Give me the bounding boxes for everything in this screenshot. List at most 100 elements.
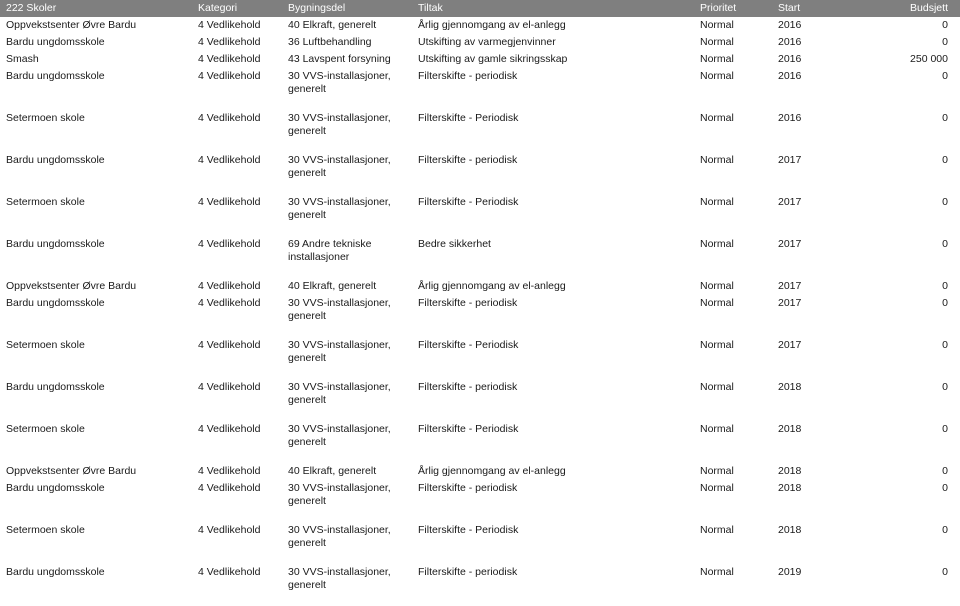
cell-start: 2017 (778, 297, 802, 309)
table-row[interactable]: Bardu ungdomsskole 4 Vedlikehold 30 VVS-in… (0, 480, 960, 522)
cell-bygningsdel-line1: 30 VVS-installasjoner, (288, 423, 391, 435)
cell-prioritet: Normal (700, 280, 734, 292)
cell-budsjett: 0 (942, 280, 948, 292)
table-row[interactable]: Bardu ungdomsskole 4 Vedlikehold 69 Andre … (0, 236, 960, 278)
cell-tiltak: Filterskifte - periodisk (418, 154, 518, 166)
table-header: 222 Skoler Kategori Bygningsdel Tiltak P… (0, 0, 960, 17)
table-row[interactable]: Setermoen skole 4 Vedlikehold 30 VVS-insta… (0, 522, 960, 564)
cell-skole: Bardu ungdomsskole (6, 238, 105, 250)
maintenance-table: 222 Skoler Kategori Bygningsdel Tiltak P… (0, 0, 960, 606)
cell-kategori: 4 Vedlikehold (198, 280, 261, 292)
cell-bygningsdel: 30 VVS-installasjoner, generelt (288, 522, 418, 564)
cell-bygningsdel-line1: 30 VVS-installasjoner, (288, 196, 391, 208)
cell-prioritet: Normal (700, 297, 734, 309)
table-row[interactable]: Bardu ungdomsskole 4 Vedlikehold 30 VVS-in… (0, 68, 960, 110)
cell-bygningsdel-line2: generelt (288, 209, 326, 221)
cell-skole: Bardu ungdomsskole (6, 482, 105, 494)
cell-bygningsdel: 30 VVS-installasjoner, generelt (288, 379, 418, 421)
cell-bygningsdel-line1: 30 VVS-installasjoner, (288, 524, 391, 536)
cell-kategori: 4 Vedlikehold (198, 53, 261, 65)
cell-bygningsdel: 30 VVS-installasjoner, generelt (288, 421, 418, 463)
cell-bygningsdel-line2: generelt (288, 579, 326, 591)
cell-tiltak: Utskifting av gamle sikringsskap (418, 53, 568, 65)
cell-budsjett: 0 (942, 19, 948, 31)
table-row[interactable]: Oppvekstsenter Øvre Bardu 4 Vedlikehold 40… (0, 17, 960, 34)
column-header-start[interactable]: Start (778, 0, 848, 17)
cell-tiltak: Utskifting av varmegjenvinner (418, 36, 556, 48)
table-row[interactable]: Bardu ungdomsskole 4 Vedlikehold 30 VVS-in… (0, 295, 960, 337)
column-header-kategori[interactable]: Kategori (198, 0, 288, 17)
cell-kategori: 4 Vedlikehold (198, 36, 261, 48)
column-header-prioritet[interactable]: Prioritet (700, 0, 778, 17)
table-row[interactable]: Setermoen skole 4 Vedlikehold 30 VVS-insta… (0, 194, 960, 236)
cell-bygningsdel: 30 VVS-installasjoner, generelt (288, 480, 418, 522)
column-header-skole[interactable]: 222 Skoler (0, 0, 198, 17)
table-row[interactable]: Smash 4 Vedlikehold 43 Lavspent forsyning U… (0, 51, 960, 68)
cell-bygningsdel-line1: 43 Lavspent forsyning (288, 53, 391, 65)
cell-bygningsdel: 30 VVS-installasjoner, generelt (288, 152, 418, 194)
cell-kategori: 4 Vedlikehold (198, 524, 261, 536)
cell-start: 2017 (778, 339, 802, 351)
cell-prioritet: Normal (700, 70, 734, 82)
table-row[interactable]: Oppvekstsenter Øvre Bardu 4 Vedlikehold 40… (0, 463, 960, 480)
cell-start: 2018 (778, 524, 802, 536)
cell-start: 2016 (778, 53, 802, 65)
cell-tiltak: Filterskifte - periodisk (418, 482, 518, 494)
cell-budsjett: 0 (942, 196, 948, 208)
table-row[interactable]: Setermoen skole 4 Vedlikehold 30 VVS-insta… (0, 110, 960, 152)
cell-bygningsdel-line1: 30 VVS-installasjoner, (288, 339, 391, 351)
cell-prioritet: Normal (700, 566, 734, 578)
cell-start: 2019 (778, 566, 802, 578)
cell-budsjett: 0 (942, 154, 948, 166)
cell-tiltak: Filterskifte - periodisk (418, 381, 518, 393)
cell-skole: Setermoen skole (6, 339, 85, 351)
cell-skole: Setermoen skole (6, 423, 85, 435)
cell-bygningsdel-line2: generelt (288, 436, 326, 448)
cell-bygningsdel-line1: 40 Elkraft, generelt (288, 280, 377, 292)
cell-prioritet: Normal (700, 154, 734, 166)
cell-skole: Oppvekstsenter Øvre Bardu (6, 465, 137, 477)
cell-skole: Smash (6, 53, 39, 65)
table-row[interactable]: Bardu ungdomsskole 4 Vedlikehold 30 VVS-in… (0, 379, 960, 421)
cell-bygningsdel: 30 VVS-installasjoner, generelt (288, 110, 418, 152)
cell-budsjett: 0 (942, 381, 948, 393)
cell-bygningsdel-line1: 69 Andre tekniske (288, 238, 372, 250)
cell-bygningsdel-line1: 30 VVS-installasjoner, (288, 154, 391, 166)
cell-bygningsdel-line1: 40 Elkraft, generelt (288, 465, 377, 477)
cell-tiltak: Filterskifte - periodisk (418, 70, 518, 82)
table-row[interactable]: Bardu ungdomsskole 4 Vedlikehold 30 VVS-in… (0, 152, 960, 194)
table-row[interactable]: Oppvekstsenter Øvre Bardu 4 Vedlikehold 40… (0, 278, 960, 295)
cell-tiltak: Filterskifte - Periodisk (418, 339, 519, 351)
cell-bygningsdel-line1: 30 VVS-installasjoner, (288, 381, 391, 393)
cell-start: 2017 (778, 154, 802, 166)
table-row[interactable]: Bardu ungdomsskole 4 Vedlikehold 36 Luftbe… (0, 34, 960, 51)
cell-kategori: 4 Vedlikehold (198, 297, 261, 309)
table-row[interactable]: Setermoen skole 4 Vedlikehold 30 VVS-insta… (0, 337, 960, 379)
cell-tiltak: Filterskifte - periodisk (418, 566, 518, 578)
cell-bygningsdel-line2: generelt (288, 394, 326, 406)
cell-bygningsdel: 36 Luftbehandling (288, 34, 418, 51)
column-header-bygningsdel[interactable]: Bygningsdel (288, 0, 418, 17)
cell-tiltak: Årlig gjennomgang av el-anlegg (418, 280, 566, 292)
cell-bygningsdel-line2: generelt (288, 83, 326, 95)
cell-start: 2018 (778, 423, 802, 435)
table-row[interactable]: Setermoen skole 4 Vedlikehold 30 VVS-insta… (0, 421, 960, 463)
cell-prioritet: Normal (700, 53, 734, 65)
table-row[interactable]: Bardu ungdomsskole 4 Vedlikehold 30 VVS-in… (0, 564, 960, 606)
cell-skole: Bardu ungdomsskole (6, 297, 105, 309)
cell-bygningsdel: 30 VVS-installasjoner, generelt (288, 564, 418, 606)
cell-bygningsdel-line1: 30 VVS-installasjoner, (288, 482, 391, 494)
maintenance-report: 222 Skoler Kategori Bygningsdel Tiltak P… (0, 0, 960, 606)
cell-prioritet: Normal (700, 19, 734, 31)
cell-kategori: 4 Vedlikehold (198, 423, 261, 435)
cell-skole: Oppvekstsenter Øvre Bardu (6, 280, 137, 292)
table-body: Oppvekstsenter Øvre Bardu 4 Vedlikehold 40… (0, 17, 960, 606)
cell-kategori: 4 Vedlikehold (198, 482, 261, 494)
cell-start: 2017 (778, 280, 802, 292)
column-header-budsjett[interactable]: Budsjett (848, 0, 960, 17)
cell-prioritet: Normal (700, 423, 734, 435)
cell-bygningsdel: 40 Elkraft, generelt (288, 278, 418, 295)
cell-bygningsdel: 30 VVS-installasjoner, generelt (288, 68, 418, 110)
column-header-tiltak[interactable]: Tiltak (418, 0, 700, 17)
cell-start: 2016 (778, 112, 802, 124)
